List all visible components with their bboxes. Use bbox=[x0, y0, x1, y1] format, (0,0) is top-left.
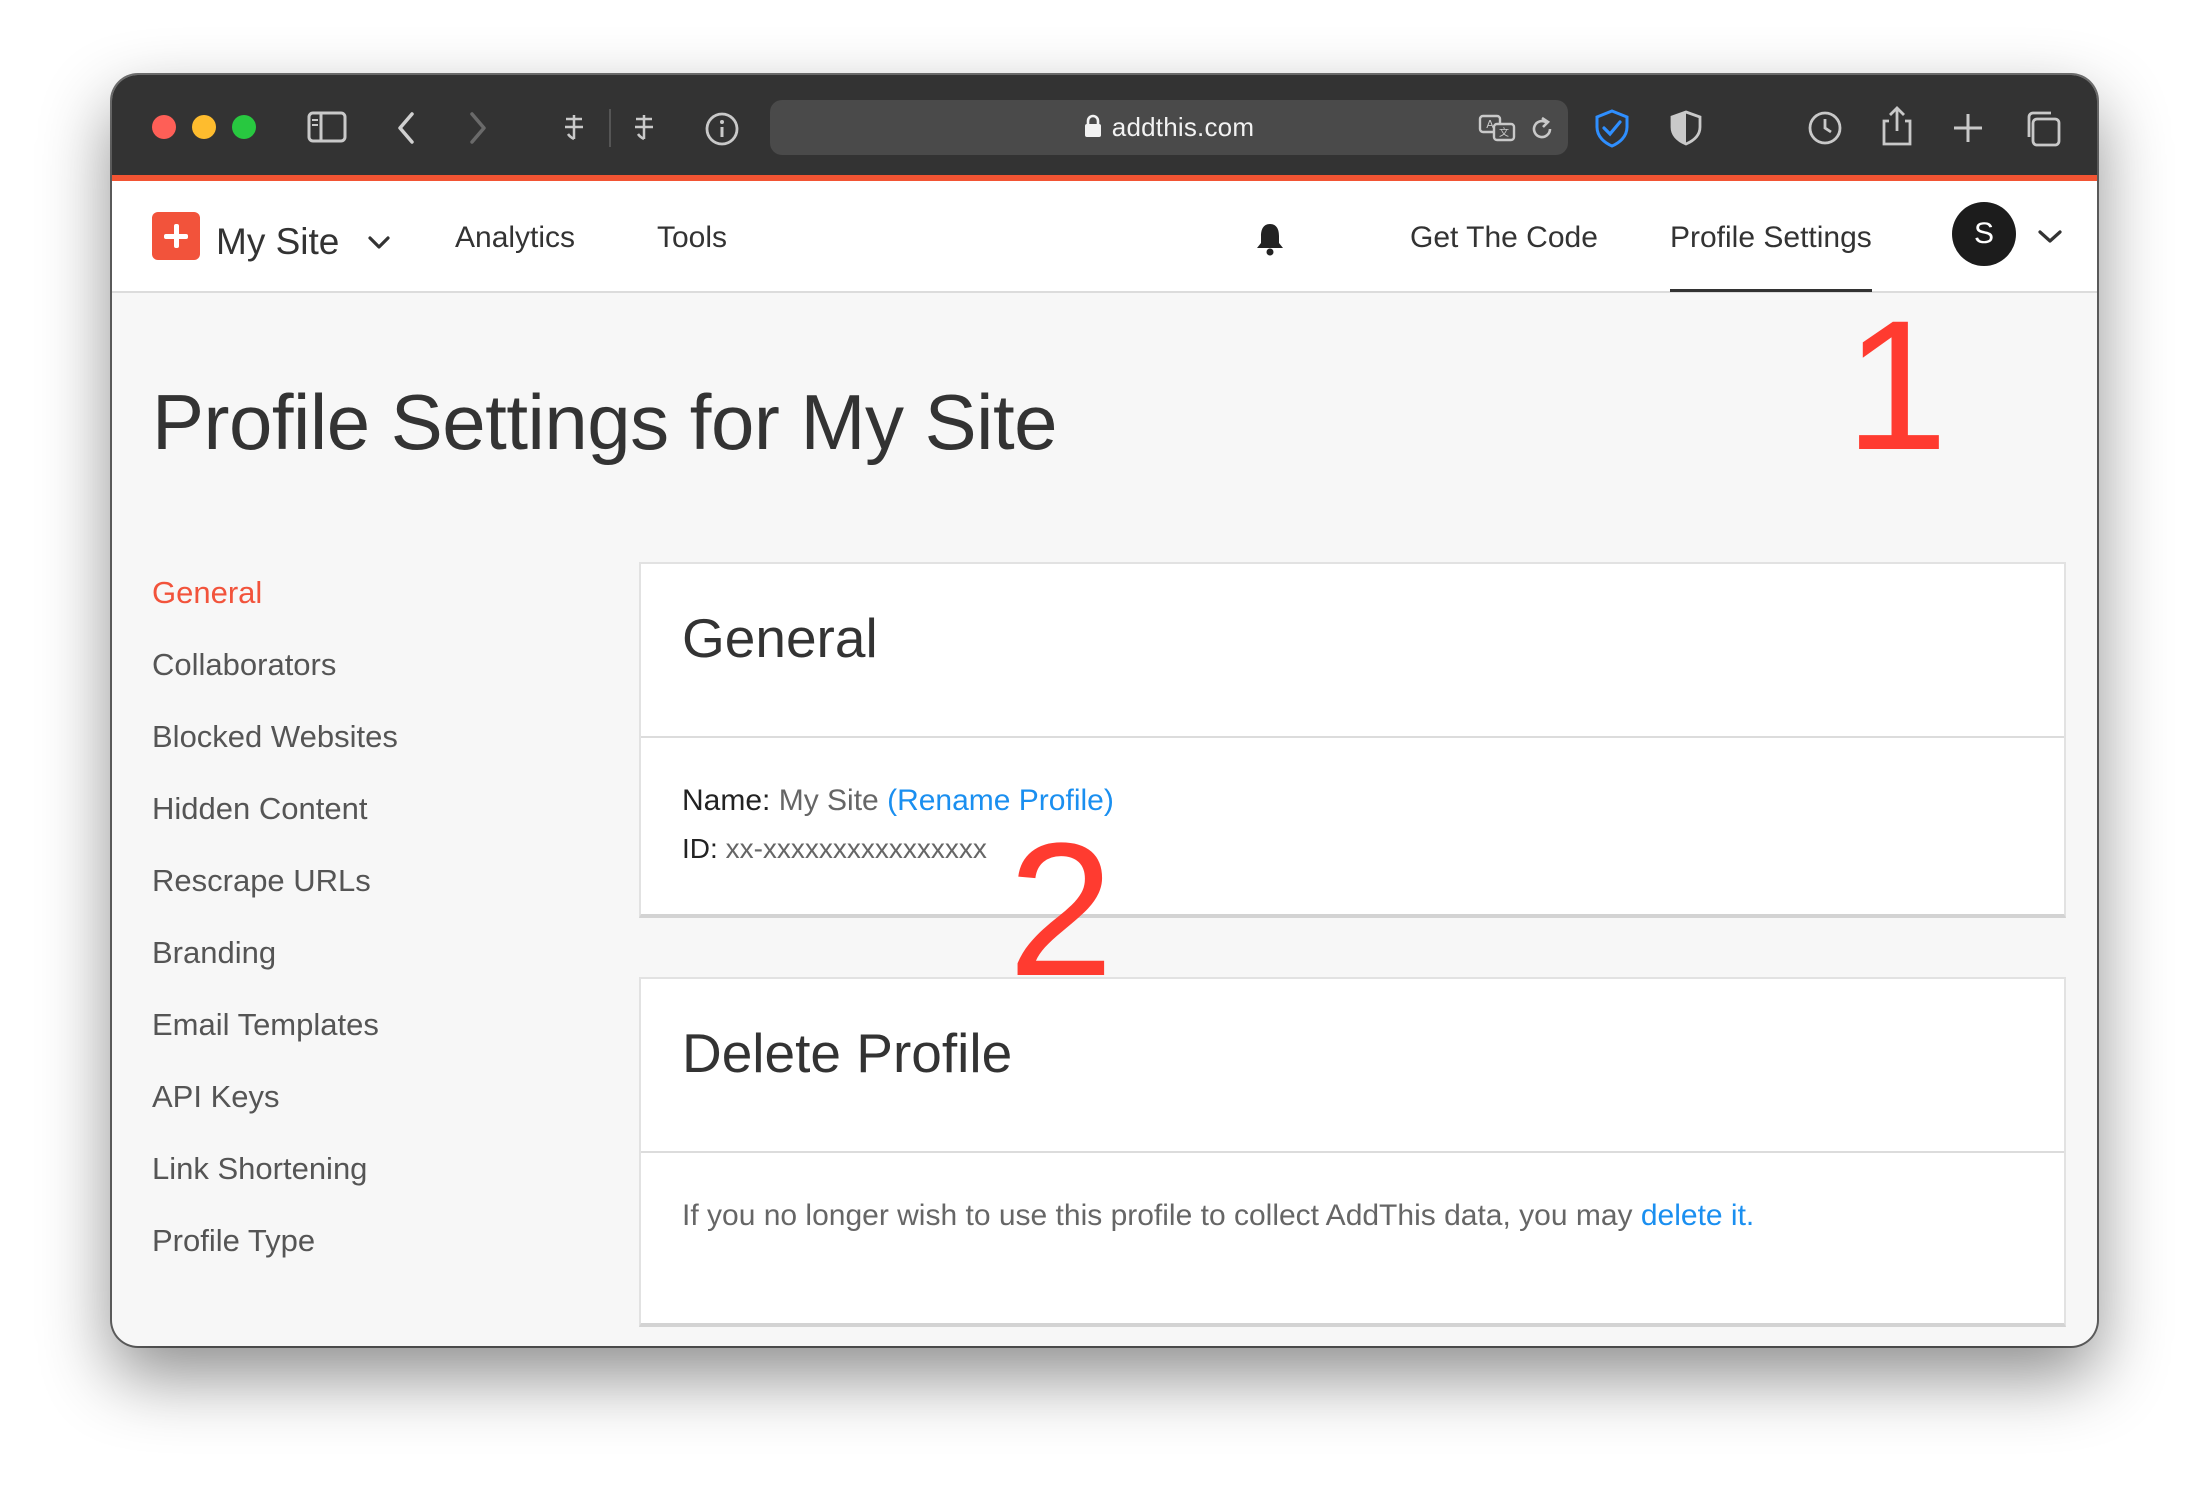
translate-page-icon[interactable]: A文 bbox=[1478, 114, 1516, 142]
chevron-down-icon bbox=[368, 217, 390, 259]
delete-text: If you no longer wish to use this profil… bbox=[682, 1199, 1633, 1232]
sidebar-item-api-keys[interactable]: API Keys bbox=[152, 1079, 280, 1115]
nav-analytics[interactable]: Analytics bbox=[455, 221, 575, 255]
name-label: Name: bbox=[682, 784, 771, 817]
svg-text:文: 文 bbox=[1499, 126, 1509, 139]
sidebar-item-email-templates[interactable]: Email Templates bbox=[152, 1007, 379, 1043]
sidebar-item-link-shortening[interactable]: Link Shortening bbox=[152, 1151, 367, 1187]
id-label: ID: bbox=[682, 833, 718, 864]
page-title: Profile Settings for My Site bbox=[152, 378, 1058, 466]
tab-overview-icon[interactable] bbox=[2024, 110, 2062, 148]
url-label: addthis.com bbox=[1111, 112, 1255, 142]
site-name-label: My Site bbox=[216, 221, 340, 262]
name-value: My Site bbox=[778, 784, 879, 817]
reload-icon[interactable] bbox=[1528, 115, 1556, 143]
sidebar-item-blocked-websites[interactable]: Blocked Websites bbox=[152, 719, 398, 755]
svg-text:A: A bbox=[1486, 118, 1494, 131]
nav-profile-settings[interactable]: Profile Settings bbox=[1670, 221, 1872, 255]
browser-toolbar: addthis.com A文 bbox=[112, 75, 2097, 181]
nav-tools[interactable]: Tools bbox=[657, 221, 727, 255]
nav-active-indicator bbox=[1670, 289, 1872, 292]
privacy-shield-icon[interactable] bbox=[1669, 110, 1703, 146]
sidebar-item-profile-type[interactable]: Profile Type bbox=[152, 1223, 315, 1259]
share-icon[interactable] bbox=[1880, 105, 1914, 147]
info-icon[interactable] bbox=[704, 111, 740, 147]
sidebar-item-rescrape-urls[interactable]: Rescrape URLs bbox=[152, 863, 371, 899]
annotation-1: 1 bbox=[1845, 283, 1948, 489]
nav-get-the-code[interactable]: Get The Code bbox=[1410, 221, 1598, 255]
delete-it-link[interactable]: delete it. bbox=[1641, 1199, 1754, 1232]
sidebar-item-collaborators[interactable]: Collaborators bbox=[152, 647, 336, 683]
history-icon[interactable] bbox=[1807, 110, 1843, 146]
sidebar-item-hidden-content[interactable]: Hidden Content bbox=[152, 791, 367, 827]
close-window-button[interactable] bbox=[152, 115, 176, 139]
back-icon[interactable] bbox=[395, 110, 417, 146]
id-value: xx-xxxxxxxxxxxxxxxx bbox=[725, 833, 987, 864]
account-chevron-down-icon[interactable] bbox=[2038, 229, 2062, 250]
delete-card-header: Delete Profile bbox=[641, 979, 2064, 1153]
general-card: General Name: My Site (Rename Profile) I… bbox=[639, 562, 2066, 918]
delete-card-title: Delete Profile bbox=[682, 1022, 1013, 1084]
url-text: addthis.com bbox=[770, 112, 1568, 145]
notifications-bell-icon[interactable] bbox=[1254, 221, 1286, 262]
forward-icon[interactable] bbox=[467, 110, 489, 146]
sidebar-item-branding[interactable]: Branding bbox=[152, 935, 276, 971]
addthis-logo-icon[interactable] bbox=[152, 212, 200, 260]
toolbar-divider bbox=[609, 109, 611, 147]
site-selector[interactable]: My Site bbox=[216, 217, 390, 263]
delete-description: If you no longer wish to use this profil… bbox=[682, 1199, 1754, 1233]
avatar[interactable]: S bbox=[1952, 202, 2016, 266]
new-tab-plus-icon[interactable] bbox=[1952, 112, 1984, 144]
browser-window: addthis.com A文 My Site Analytics Tools G… bbox=[112, 75, 2097, 1346]
minimize-window-button[interactable] bbox=[192, 115, 216, 139]
general-card-title: General bbox=[682, 607, 878, 669]
lock-icon bbox=[1084, 114, 1102, 145]
translate-left-icon[interactable] bbox=[562, 113, 586, 141]
translate-right-icon[interactable] bbox=[632, 113, 656, 141]
delete-profile-card: Delete Profile If you no longer wish to … bbox=[639, 977, 2066, 1327]
address-bar[interactable]: addthis.com A文 bbox=[770, 100, 1568, 155]
sidebar-item-general[interactable]: General bbox=[152, 575, 262, 611]
zoom-window-button[interactable] bbox=[232, 115, 256, 139]
sidebar-toggle-icon[interactable] bbox=[307, 111, 347, 143]
general-card-header: General bbox=[641, 564, 2064, 738]
profile-id-row: ID: xx-xxxxxxxxxxxxxxxx bbox=[682, 833, 987, 865]
password-manager-shield-icon[interactable] bbox=[1592, 108, 1632, 148]
app-header: My Site Analytics Tools Get The Code Pro… bbox=[112, 181, 2097, 293]
